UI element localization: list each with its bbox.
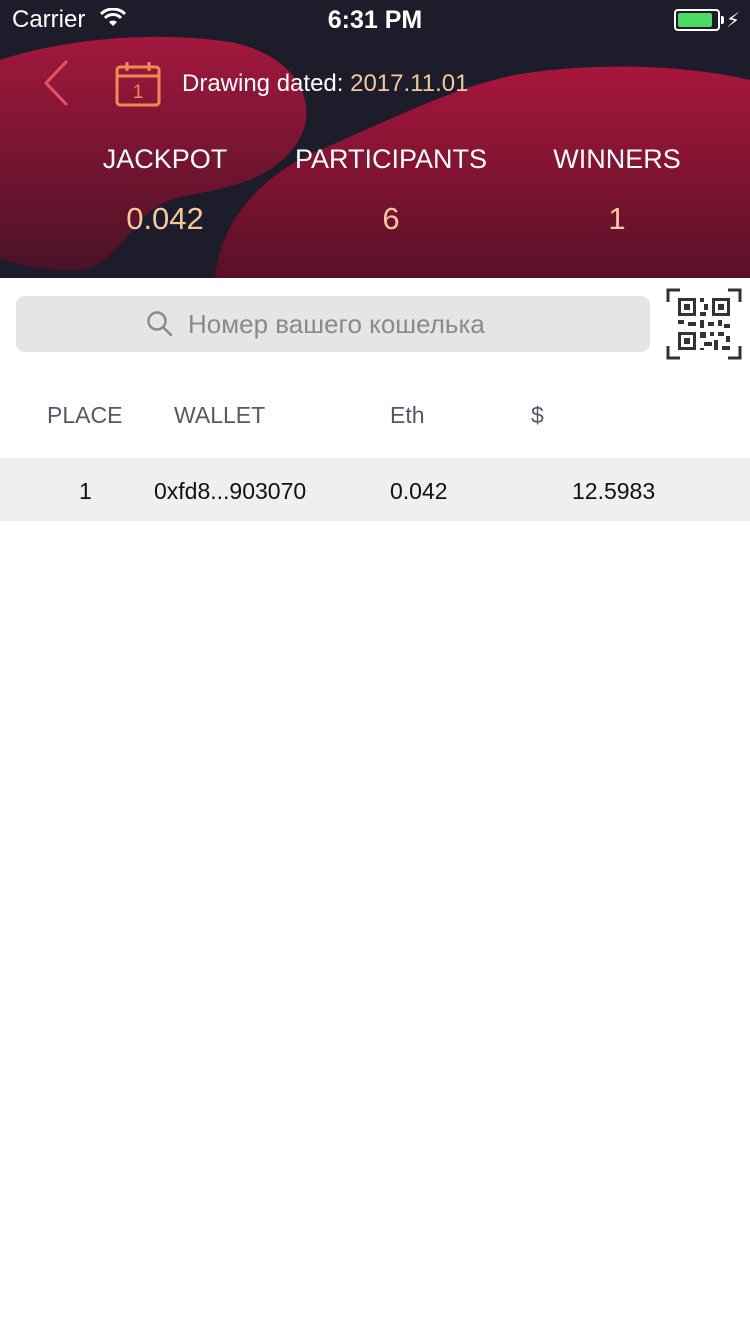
stat-value: 0.042 bbox=[126, 201, 204, 236]
stat-value: 1 bbox=[608, 201, 626, 236]
chevron-left-icon[interactable] bbox=[38, 58, 78, 108]
calendar-day: 1 bbox=[133, 82, 144, 103]
status-bar: Carrier 6:31 PM ⚡ bbox=[0, 0, 750, 40]
cell-place: 1 bbox=[79, 478, 92, 504]
cell-eth: 0.042 bbox=[390, 478, 448, 504]
column-header-wallet: WALLET bbox=[174, 402, 266, 428]
stat-winners: WINNERS 1 bbox=[492, 144, 742, 237]
stat-participants: PARTICIPANTS 6 bbox=[266, 144, 516, 237]
cell-usd: 12.5983 bbox=[572, 478, 656, 504]
wallet-search-input[interactable] bbox=[188, 306, 628, 342]
search-bar[interactable] bbox=[16, 296, 650, 352]
header-banner: Carrier 6:31 PM ⚡ 1 Drawing dated: 2017.… bbox=[0, 0, 750, 278]
stat-jackpot: JACKPOT 0.042 bbox=[40, 144, 290, 237]
cell-wallet: 0xfd8...903070 bbox=[154, 478, 307, 504]
qr-code-icon[interactable] bbox=[666, 288, 742, 360]
drawing-date-line: Drawing dated: 2017.11.01 bbox=[182, 70, 468, 98]
calendar-icon: 1 bbox=[115, 62, 161, 107]
drawing-date: 2017.11.01 bbox=[350, 70, 469, 97]
stat-value: 6 bbox=[382, 201, 400, 236]
stat-label: PARTICIPANTS bbox=[294, 144, 488, 174]
column-header-usd: $ bbox=[531, 402, 544, 428]
table-row[interactable]: 1 0xfd8...903070 0.042 12.5983 bbox=[0, 458, 750, 521]
charging-icon: ⚡ bbox=[725, 10, 740, 32]
column-header-eth: Eth bbox=[390, 402, 425, 428]
drawing-label: Drawing dated: bbox=[182, 70, 351, 97]
search-icon bbox=[147, 311, 173, 337]
column-header-place: PLACE bbox=[47, 402, 123, 428]
battery-icon bbox=[674, 9, 724, 31]
stat-label: JACKPOT bbox=[102, 144, 228, 174]
stat-label: WINNERS bbox=[553, 144, 681, 174]
status-time: 6:31 PM bbox=[327, 6, 423, 34]
